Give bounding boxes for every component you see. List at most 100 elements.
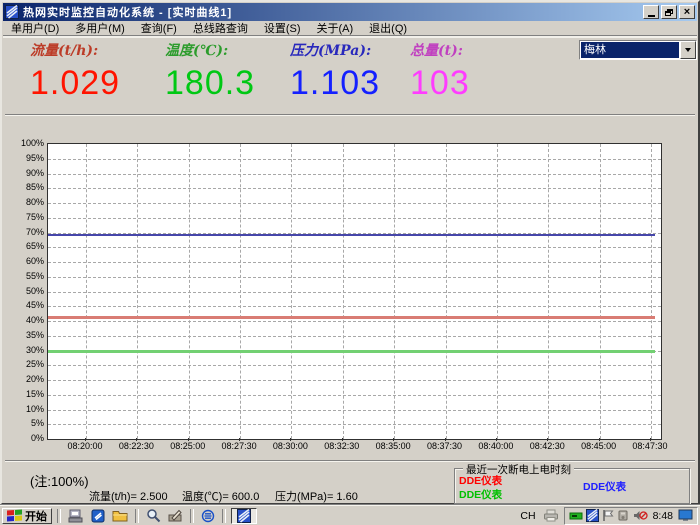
h-gridline: [48, 159, 661, 160]
printer-icon: [543, 509, 559, 522]
y-axis-label: 85%: [2, 182, 44, 192]
taskbar-clock: 8:48: [651, 510, 675, 522]
app-window: 热网实时监控自动化系统 - [实时曲线1] × 单用户(D)多用户(M)查询(F…: [0, 0, 700, 505]
taskbar: 开始: [0, 505, 700, 525]
y-axis-label: 10%: [2, 404, 44, 414]
y-axis-label: 80%: [2, 197, 44, 207]
x-axis-label: 08:20:00: [59, 441, 111, 451]
dde-meter-label-2: DDE仪表: [583, 479, 626, 494]
h-gridline: [48, 410, 661, 411]
x-axis-label: 08:30:00: [264, 441, 316, 451]
menubar: 单用户(D)多用户(M)查询(F)总线路查询设置(S)关于(A)退出(Q): [3, 21, 697, 36]
quicklaunch-search-button[interactable]: [144, 508, 163, 524]
y-axis-label: 25%: [2, 359, 44, 369]
start-windows-logo-icon: [7, 509, 22, 521]
dde-meter-label-0: DDE仪表: [459, 473, 502, 488]
h-gridline: [48, 380, 661, 381]
blue-app-icon: [91, 509, 105, 523]
device-icon[interactable]: [617, 509, 630, 522]
menu-item-2[interactable]: 查询(F): [133, 20, 185, 36]
system-tray: 8:48: [564, 507, 698, 525]
flag-icon[interactable]: [602, 509, 614, 522]
gauge-label-2: 压力(MPa):: [290, 40, 371, 60]
y-axis-label: 40%: [2, 315, 44, 325]
start-button[interactable]: 开始: [2, 508, 52, 524]
menu-item-0[interactable]: 单用户(D): [3, 20, 67, 36]
app-icon[interactable]: [586, 509, 599, 522]
menu-item-6[interactable]: 退出(Q): [361, 20, 415, 36]
menu-item-3[interactable]: 总线路查询: [185, 20, 256, 36]
y-axis-label: 20%: [2, 374, 44, 384]
x-axis-label: 08:35:00: [367, 441, 419, 451]
menu-item-1[interactable]: 多用户(M): [67, 20, 133, 36]
h-gridline: [48, 262, 661, 263]
quicklaunch-desktop-machine-button[interactable]: [66, 508, 86, 524]
station-combobox[interactable]: 梅林: [579, 40, 697, 60]
series-line-2: [48, 350, 655, 353]
y-axis-label: 55%: [2, 271, 44, 281]
search-magnifier-icon: [146, 508, 161, 523]
minimize-icon: [648, 15, 655, 17]
gauge-value-0: 1.029: [30, 64, 120, 103]
v-gridline: [343, 144, 344, 439]
quicklaunch-pen-pad-button[interactable]: [166, 508, 185, 524]
v-gridline: [189, 144, 190, 439]
dde-groupbox: 最近一次断电上电时刻 DDE仪表DDE仪表DDE仪表: [454, 468, 690, 504]
y-axis-label: 30%: [2, 345, 44, 355]
h-gridline: [48, 174, 661, 175]
h-gridline: [48, 233, 661, 234]
taskbar-separator: [135, 509, 139, 523]
quicklaunch-ie-button[interactable]: [199, 508, 217, 524]
gauge-value-2: 1.103: [290, 64, 380, 103]
active-task-button[interactable]: [231, 508, 257, 524]
h-gridline: [48, 188, 661, 189]
app-icon: [5, 5, 19, 19]
v-gridline: [291, 144, 292, 439]
x-axis-label: 08:45:00: [573, 441, 625, 451]
dde-meter-label-1: DDE仪表: [459, 487, 502, 502]
quicklaunch-blue-app-button[interactable]: [89, 508, 107, 524]
y-axis-label: 100%: [2, 138, 44, 148]
folder-icon: [112, 509, 128, 522]
v-gridline: [600, 144, 601, 439]
y-axis-label: 45%: [2, 300, 44, 310]
quicklaunch-folder-button[interactable]: [110, 508, 130, 524]
menu-item-4[interactable]: 设置(S): [256, 20, 309, 36]
x-axis-label: 08:25:00: [162, 441, 214, 451]
close-button[interactable]: ×: [679, 5, 695, 19]
y-axis-label: 60%: [2, 256, 44, 266]
range-value-1: 温度(℃)= 600.0: [182, 488, 259, 504]
gauge-label-0: 流量(t/h):: [30, 40, 98, 60]
h-gridline: [48, 424, 661, 425]
combo-arrow-icon: [685, 48, 691, 52]
separator-bottom: [5, 460, 695, 462]
network-card-icon[interactable]: [569, 510, 583, 522]
y-axis-label: 90%: [2, 168, 44, 178]
restore-button[interactable]: [661, 5, 677, 19]
y-axis-label: 15%: [2, 389, 44, 399]
y-axis-label: 0%: [2, 433, 44, 443]
y-axis-label: 50%: [2, 286, 44, 296]
h-gridline: [48, 365, 661, 366]
combobox-dropdown-button[interactable]: [680, 41, 696, 59]
h-gridline: [48, 247, 661, 248]
h-gridline: [48, 203, 661, 204]
language-indicator[interactable]: CH: [518, 508, 537, 524]
x-axis-label: 08:32:30: [316, 441, 368, 451]
plot-area: [47, 143, 662, 440]
volume-muted-icon[interactable]: [633, 509, 648, 522]
y-axis-label: 70%: [2, 227, 44, 237]
x-axis-label: 08:40:00: [470, 441, 522, 451]
v-gridline: [651, 144, 652, 439]
v-gridline: [137, 144, 138, 439]
app-icon: [237, 509, 251, 523]
v-gridline: [86, 144, 87, 439]
minimize-button[interactable]: [643, 5, 659, 19]
pen-pad-icon: [168, 509, 183, 523]
taskbar-separator: [222, 509, 226, 523]
printer-tray-button[interactable]: [541, 508, 561, 524]
series-line-1: [48, 316, 655, 319]
monitor-icon[interactable]: [678, 509, 693, 522]
menu-item-5[interactable]: 关于(A): [309, 20, 362, 36]
h-gridline: [48, 292, 661, 293]
